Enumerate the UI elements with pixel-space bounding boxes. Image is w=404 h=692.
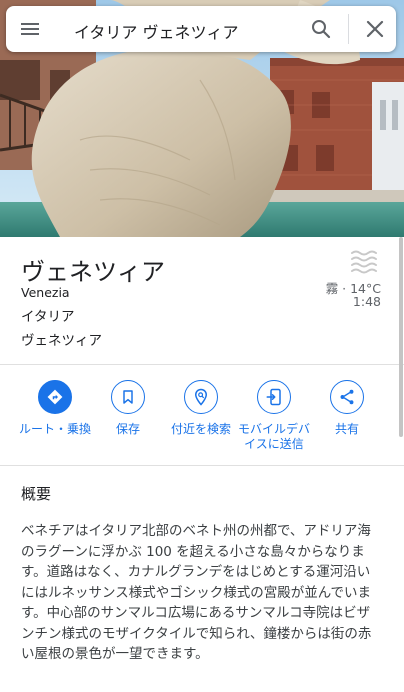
save-label: 保存: [115, 422, 140, 436]
send-to-phone-icon: [257, 380, 291, 414]
save-button[interactable]: 保存: [88, 380, 168, 437]
divider: [0, 364, 404, 365]
share-label: 共有: [334, 422, 359, 436]
directions-icon: [38, 380, 72, 414]
send-to-phone-button[interactable]: モバイルデバイスに送信: [234, 380, 314, 452]
directions-button[interactable]: ルート・乗換: [15, 380, 95, 437]
search-divider: [348, 14, 349, 44]
place-title: ヴェネツィア: [21, 258, 165, 286]
send-to-phone-label: モバイルデバイスに送信: [237, 422, 310, 451]
place-country: イタリア: [21, 309, 75, 325]
scrollbar[interactable]: [399, 237, 403, 437]
bookmark-icon: [111, 380, 145, 414]
place-subtitle: Venezia: [21, 285, 70, 300]
nearby-button[interactable]: 付近を検索: [161, 380, 241, 437]
share-button[interactable]: 共有: [307, 380, 387, 437]
nearby-label: 付近を検索: [170, 422, 231, 436]
divider: [0, 465, 404, 466]
menu-icon[interactable]: [18, 17, 42, 41]
overview-title: 概要: [21, 485, 52, 503]
directions-label: ルート・乗換: [18, 422, 91, 436]
weather-time: 1:48: [352, 294, 381, 309]
search-input[interactable]: イタリア ヴェネツィア: [74, 19, 238, 43]
close-icon[interactable]: [363, 17, 387, 41]
search-bar: イタリア ヴェネツィア: [6, 6, 396, 52]
share-icon: [330, 380, 364, 414]
place-region: ヴェネツィア: [21, 333, 102, 349]
nearby-icon: [184, 380, 218, 414]
fog-icon: [350, 249, 380, 275]
search-icon[interactable]: [309, 17, 333, 41]
overview-body: ベネチアはイタリア北部のベネト州の州都で、アドリア海のラグーンに浮かぶ 100 …: [21, 523, 372, 662]
